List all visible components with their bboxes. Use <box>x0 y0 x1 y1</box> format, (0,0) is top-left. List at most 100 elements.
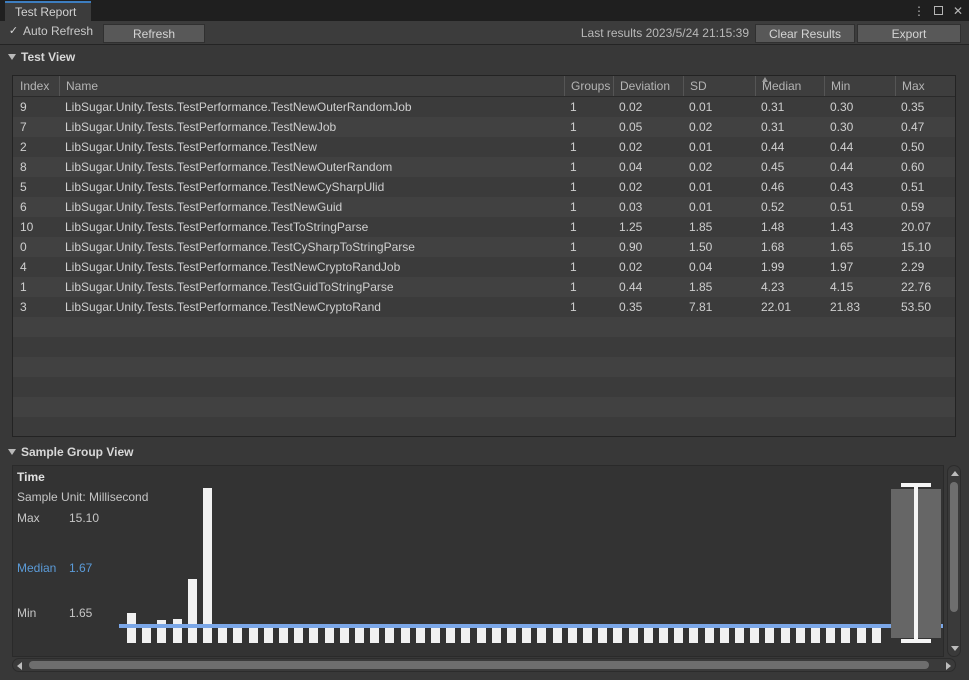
cell-groups: 1 <box>570 160 577 174</box>
export-button[interactable]: Export <box>857 24 961 43</box>
stat-min-label: Min <box>17 606 37 620</box>
cell-min: 1.97 <box>830 260 854 274</box>
column-header-groups[interactable]: Groups <box>564 76 613 96</box>
column-header-median[interactable]: Median <box>755 76 824 96</box>
cell-median: 4.23 <box>761 280 785 294</box>
table-row[interactable]: 2 LibSugar.Unity.Tests.TestPerformance.Te… <box>13 137 955 157</box>
column-header-max[interactable]: Max <box>895 76 955 96</box>
stat-median-label: Median <box>17 561 57 575</box>
cell-index: 9 <box>20 100 27 114</box>
table-row[interactable]: 0 LibSugar.Unity.Tests.TestPerformance.Te… <box>13 237 955 257</box>
column-header-sd[interactable]: SD <box>683 76 755 96</box>
column-header-index[interactable]: Index <box>14 76 59 96</box>
table-row[interactable]: 9 LibSugar.Unity.Tests.TestPerformance.Te… <box>13 97 955 117</box>
histogram-bar <box>826 625 836 643</box>
cell-index: 10 <box>20 220 34 234</box>
histogram-bar <box>233 625 243 643</box>
cell-deviation: 0.02 <box>619 100 643 114</box>
cell-max: 0.47 <box>901 120 925 134</box>
horizontal-scrollbar[interactable] <box>12 658 956 672</box>
cell-deviation: 0.02 <box>619 140 643 154</box>
histogram-bar <box>187 579 197 643</box>
cell-max: 53.50 <box>901 300 932 314</box>
cell-groups: 1 <box>570 280 577 294</box>
scroll-left-arrow-icon[interactable] <box>17 662 22 670</box>
histogram-bar <box>537 625 547 643</box>
histogram-bar <box>598 625 608 643</box>
histogram-bar <box>507 625 516 643</box>
stat-median: Median 1.67 <box>17 561 92 575</box>
horizontal-scrollbar-thumb[interactable] <box>29 661 929 669</box>
cell-groups: 1 <box>570 120 577 134</box>
cell-name: LibSugar.Unity.Tests.TestPerformance.Tes… <box>65 100 412 114</box>
maximize-icon[interactable] <box>934 6 943 15</box>
cell-median: 1.48 <box>761 220 785 234</box>
histogram-bar <box>263 625 273 643</box>
table-row[interactable]: 8 LibSugar.Unity.Tests.TestPerformance.Te… <box>13 157 955 177</box>
histogram-bar <box>871 625 881 643</box>
cell-sd: 0.01 <box>689 100 713 114</box>
checkmark-icon: ✓ <box>8 24 19 37</box>
histogram-bar <box>567 625 577 643</box>
table-row[interactable]: 7 LibSugar.Unity.Tests.TestPerformance.Te… <box>13 117 955 137</box>
cell-max: 22.76 <box>901 280 932 294</box>
histogram-bar <box>446 625 456 643</box>
table-row[interactable]: 4 LibSugar.Unity.Tests.TestPerformance.Te… <box>13 257 955 277</box>
tab-test-report[interactable]: Test Report <box>5 1 91 21</box>
column-header-label: Deviation <box>620 79 671 93</box>
column-header-label: Max <box>902 79 925 93</box>
table-row[interactable]: 3 LibSugar.Unity.Tests.TestPerformance.Te… <box>13 297 955 317</box>
cell-index: 0 <box>20 240 27 254</box>
refresh-button[interactable]: Refresh <box>103 24 205 43</box>
foldout-test-view[interactable]: Test View <box>8 50 75 64</box>
cell-name: LibSugar.Unity.Tests.TestPerformance.Tes… <box>65 240 415 254</box>
cell-name: LibSugar.Unity.Tests.TestPerformance.Tes… <box>65 160 393 174</box>
foldout-sample-group-view[interactable]: Sample Group View <box>8 445 133 459</box>
histogram-bar <box>415 625 425 643</box>
last-results-label: Last results 2023/5/24 21:15:39 <box>580 26 749 40</box>
column-header-name[interactable]: Name <box>59 76 564 96</box>
chevron-down-icon <box>8 54 16 60</box>
histogram-bar <box>355 625 364 643</box>
scroll-down-arrow-icon[interactable] <box>951 646 959 651</box>
auto-refresh-label: Auto Refresh <box>23 24 94 38</box>
close-icon[interactable]: ✕ <box>951 4 965 18</box>
cell-median: 1.99 <box>761 260 785 274</box>
cell-median: 22.01 <box>761 300 792 314</box>
cell-min: 0.30 <box>830 100 854 114</box>
stat-min-value: 1.65 <box>69 606 93 620</box>
clear-results-button[interactable]: Clear Results <box>755 24 855 43</box>
cell-name: LibSugar.Unity.Tests.TestPerformance.Tes… <box>65 280 394 294</box>
foldout-test-view-label: Test View <box>21 50 76 64</box>
cell-min: 0.30 <box>830 120 854 134</box>
stat-max: Max 15.10 <box>17 511 99 525</box>
table-row[interactable]: 1 LibSugar.Unity.Tests.TestPerformance.Te… <box>13 277 955 297</box>
auto-refresh-toggle[interactable]: ✓ Auto Refresh <box>8 24 93 38</box>
cell-groups: 1 <box>570 140 577 154</box>
vertical-scrollbar-thumb[interactable] <box>950 482 958 612</box>
cell-min: 4.15 <box>830 280 854 294</box>
table-row[interactable]: 10 LibSugar.Unity.Tests.TestPerformance.T… <box>13 217 955 237</box>
column-header-label: Index <box>20 79 50 93</box>
cell-deviation: 1.25 <box>619 220 643 234</box>
cell-median: 0.44 <box>761 140 785 154</box>
histogram-bar <box>613 625 623 643</box>
cell-median: 0.46 <box>761 180 785 194</box>
column-header-label: Groups <box>571 79 611 93</box>
vertical-scrollbar[interactable] <box>947 465 961 657</box>
table-header-row: Index Name Groups Deviation SD Median Min Max <box>13 76 955 97</box>
scroll-up-arrow-icon[interactable] <box>951 471 959 476</box>
table-row[interactable]: 5 LibSugar.Unity.Tests.TestPerformance.Te… <box>13 177 955 197</box>
column-header-min[interactable]: Min <box>824 76 895 96</box>
cell-deviation: 0.03 <box>619 200 643 214</box>
cell-min: 0.51 <box>830 200 854 214</box>
kebab-menu-icon[interactable]: ⋮ <box>912 4 926 18</box>
cell-name: LibSugar.Unity.Tests.TestPerformance.Tes… <box>65 180 385 194</box>
column-header-deviation[interactable]: Deviation <box>613 76 683 96</box>
table-row[interactable]: 6 LibSugar.Unity.Tests.TestPerformance.Te… <box>13 197 955 217</box>
cell-min: 1.65 <box>830 240 854 254</box>
table-row-empty <box>13 317 955 337</box>
box-plot-whisker-line <box>914 483 918 643</box>
scroll-right-arrow-icon[interactable] <box>946 662 951 670</box>
cell-median: 0.45 <box>761 160 785 174</box>
